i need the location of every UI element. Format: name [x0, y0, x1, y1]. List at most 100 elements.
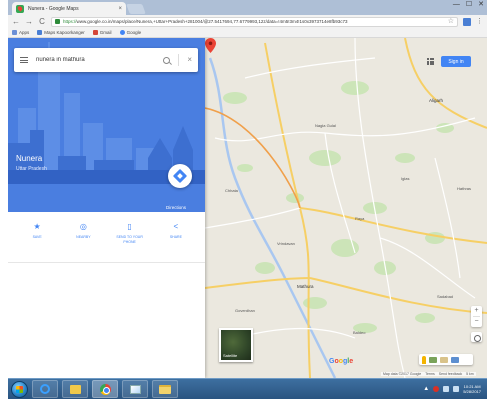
map-label: Hathras: [457, 186, 472, 191]
taskbar-paint[interactable]: [122, 380, 148, 398]
search-icon[interactable]: [163, 56, 171, 64]
forward-button[interactable]: →: [25, 17, 33, 27]
bookmarks-bar: Apps Maps Kapoorkanger Gmail Google: [8, 28, 487, 38]
taskbar-internet-explorer[interactable]: [32, 380, 58, 398]
close-icon[interactable]: ×: [187, 56, 192, 64]
map-label: Baldeo: [353, 330, 366, 335]
paint-icon: [129, 384, 141, 394]
system-tray: ▲ 10:21 AM 5/28/2017: [420, 381, 484, 398]
map-attribution: Map data ©2017 Google Terms Send feedbac…: [381, 372, 476, 376]
map-label: Nagla Gulal: [315, 123, 336, 128]
back-button[interactable]: ←: [12, 17, 20, 27]
folder-icon: [159, 384, 171, 394]
maximize-button[interactable]: ☐: [466, 0, 472, 10]
taskbar-clock[interactable]: 10:21 AM 5/28/2017: [463, 384, 481, 394]
map-label: Vrindavan: [277, 241, 295, 246]
scale-bar[interactable]: 5 km: [466, 372, 474, 376]
place-title: Nunera: [16, 154, 43, 163]
place-subtitle: Uttar Pradesh: [16, 166, 47, 172]
browser-tab[interactable]: Nunera - Google Maps ×: [12, 2, 126, 15]
map-label: Sadabad: [437, 294, 454, 299]
extension-icon[interactable]: [463, 17, 471, 26]
maps-favicon-icon: [16, 4, 24, 13]
hamburger-menu-icon[interactable]: [20, 57, 28, 63]
panel-divider: [8, 262, 205, 263]
new-tab-button[interactable]: [126, 4, 146, 14]
chrome-icon: [99, 383, 111, 395]
tab-title: Nunera - Google Maps: [28, 5, 79, 12]
tab-close-icon[interactable]: ×: [118, 6, 122, 12]
volume-icon[interactable]: [453, 386, 460, 392]
layers-label: Satellite: [223, 353, 238, 358]
search-input[interactable]: [36, 57, 156, 63]
reload-button[interactable]: C: [38, 17, 46, 27]
location-pin-icon[interactable]: [205, 38, 216, 53]
pegman-icon[interactable]: [422, 355, 426, 364]
bookmark-gmail[interactable]: Gmail: [92, 30, 112, 35]
url-text[interactable]: https://www.google.co.in/maps/place/Nune…: [63, 19, 445, 24]
imagery-thumb[interactable]: [451, 356, 459, 363]
bookmark-google[interactable]: Google: [119, 30, 141, 35]
directions-button[interactable]: [168, 164, 192, 188]
zoom-in-button[interactable]: +: [471, 306, 482, 316]
bookmark-icon: ★: [33, 222, 41, 231]
minimize-button[interactable]: —: [453, 0, 460, 10]
share-button[interactable]: < SHARE: [160, 222, 192, 256]
map-label: Goverdhan: [235, 308, 255, 313]
map-label: Raya: [355, 216, 365, 221]
map-label: Mathura: [297, 284, 314, 289]
feedback-link[interactable]: Send feedback: [439, 372, 462, 376]
map-canvas[interactable]: Aligarh Iglas Raya Mathura Vrindavan Sad…: [205, 38, 487, 378]
save-button[interactable]: ★ SAVE: [21, 222, 53, 256]
page-icon: [37, 30, 43, 35]
google-apps-icon[interactable]: [427, 58, 434, 65]
window-controls: — ☐ ✕: [453, 0, 484, 10]
taskbar-explorer[interactable]: [62, 380, 88, 398]
map-label: Iglas: [401, 176, 410, 181]
send-to-phone-button[interactable]: ▯ SEND TO YOUR PHONE: [114, 222, 146, 256]
share-icon: <: [173, 222, 179, 231]
nearby-icon: ◎: [79, 222, 87, 231]
map-label: Aligarh: [429, 98, 444, 103]
tray-expand-icon[interactable]: ▲: [423, 386, 429, 392]
imagery-thumb[interactable]: [440, 356, 448, 363]
satellite-layer-toggle[interactable]: Satellite: [219, 328, 253, 362]
action-label: SHARE: [169, 235, 182, 239]
imagery-thumb[interactable]: [429, 356, 437, 363]
antivirus-icon[interactable]: [433, 386, 440, 392]
map-label: Chhata: [225, 188, 238, 193]
map-data-credit: Map data ©2017 Google: [383, 372, 422, 376]
search-divider: [178, 54, 180, 66]
action-label: SAVE: [32, 235, 42, 239]
place-side-panel: × Nunera Uttar Pradesh Directions ★ SAVE…: [8, 38, 205, 378]
network-icon[interactable]: [443, 386, 450, 392]
bookmark-star-icon[interactable]: ☆: [448, 18, 454, 26]
map-drawing: [205, 38, 487, 378]
phone-icon: ▯: [127, 222, 132, 231]
action-label: SEND TO YOUR PHONE: [116, 235, 143, 244]
windows-taskbar: ▲ 10:21 AM 5/28/2017: [8, 378, 487, 399]
directions-icon: [172, 168, 188, 184]
maps-content: Aligarh Iglas Raya Mathura Vrindavan Sad…: [8, 38, 487, 378]
nearby-button[interactable]: ◎ NEARBY: [67, 222, 99, 256]
pin-shape: [205, 38, 216, 53]
bookmark-apps[interactable]: Apps: [12, 30, 29, 35]
start-button[interactable]: [11, 380, 28, 398]
sign-in-button[interactable]: Sign in: [441, 56, 471, 67]
taskbar-chrome[interactable]: [92, 380, 118, 398]
gmail-icon: [92, 30, 98, 35]
action-label: NEARBY: [76, 235, 91, 239]
address-bar[interactable]: https://www.google.co.in/maps/place/Nune…: [51, 16, 458, 27]
my-location-button[interactable]: [471, 332, 482, 342]
close-window-button[interactable]: ✕: [478, 0, 484, 10]
screen: Nunera - Google Maps × — ☐ ✕ ← → C https…: [8, 0, 487, 405]
street-view-strip: [419, 354, 473, 365]
browser-menu-icon[interactable]: ⋮: [476, 18, 483, 26]
bookmark-maps[interactable]: Maps Kapoorkanger: [37, 30, 85, 35]
zoom-out-button[interactable]: −: [471, 317, 482, 327]
taskbar-folder[interactable]: [152, 380, 178, 398]
browser-tab-strip: Nunera - Google Maps × — ☐ ✕: [8, 0, 487, 15]
apps-icon: [12, 30, 17, 35]
terms-link[interactable]: Terms: [425, 372, 435, 376]
google-icon: [119, 30, 125, 35]
